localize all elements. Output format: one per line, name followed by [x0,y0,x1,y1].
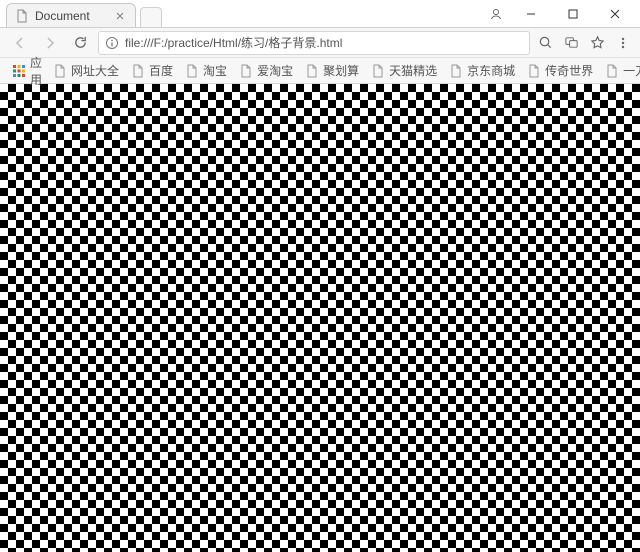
close-icon[interactable] [113,9,127,23]
page-icon [305,64,319,78]
bookmark-label: 京东商城 [467,62,515,79]
bookmark-item[interactable]: 百度 [126,60,178,81]
bookmark-label: 爱淘宝 [257,62,293,79]
bookmark-label: 网址大全 [71,62,119,79]
bookmarks-bar: 应用 网址大全 百度 淘宝 爱淘宝 聚划算 天猫精选 京东商城 传奇世界 一刀9… [0,58,640,84]
url-text: file:///F:/practice/Html/练习/格子背景.html [125,34,523,51]
page-icon [53,64,67,78]
page-icon [131,64,145,78]
menu-icon[interactable] [614,34,632,52]
page-icon [371,64,385,78]
bookmark-item[interactable]: 天猫精选 [366,60,442,81]
apps-icon [12,64,26,78]
apps-button[interactable]: 应用 [8,52,46,90]
page-content-checker [0,84,640,552]
bookmark-item[interactable]: 淘宝 [180,60,232,81]
back-button[interactable] [8,31,32,55]
bookmark-label: 百度 [149,62,173,79]
forward-button[interactable] [38,31,62,55]
bookmark-item[interactable]: 网址大全 [48,60,124,81]
bookmark-label: 天猫精选 [389,62,437,79]
tab-strip: Document [0,0,162,27]
bookmark-label: 聚划算 [323,62,359,79]
site-info-icon[interactable] [105,36,119,50]
user-icon[interactable] [482,7,510,21]
window-controls-area [482,0,640,27]
window-titlebar: Document [0,0,640,28]
star-icon[interactable] [588,34,606,52]
toolbar-right-tools [536,34,632,52]
page-icon [185,64,199,78]
page-icon [449,64,463,78]
titlebar-spacer [162,0,482,27]
bookmark-label: 一刀999级 [623,62,640,79]
bookmark-item[interactable]: 京东商城 [444,60,520,81]
browser-tab[interactable]: Document [6,3,136,27]
new-tab-button[interactable] [140,7,162,27]
bookmark-label: 传奇世界 [545,62,593,79]
page-icon [239,64,253,78]
maximize-button[interactable] [552,0,594,28]
bookmark-item[interactable]: 传奇世界 [522,60,598,81]
page-icon [527,64,541,78]
browser-toolbar: file:///F:/practice/Html/练习/格子背景.html [0,28,640,58]
apps-label: 应用 [30,54,42,88]
bookmark-label: 淘宝 [203,62,227,79]
page-icon [605,64,619,78]
reload-button[interactable] [68,31,92,55]
window-close-button[interactable] [594,0,636,28]
zoom-icon[interactable] [536,34,554,52]
tab-title: Document [35,9,107,23]
page-icon [15,9,29,23]
address-bar[interactable]: file:///F:/practice/Html/练习/格子背景.html [98,31,530,55]
bookmark-item[interactable]: 聚划算 [300,60,364,81]
bookmark-item[interactable]: 爱淘宝 [234,60,298,81]
bookmark-item[interactable]: 一刀999级 [600,60,640,81]
minimize-button[interactable] [510,0,552,28]
translate-icon[interactable] [562,34,580,52]
